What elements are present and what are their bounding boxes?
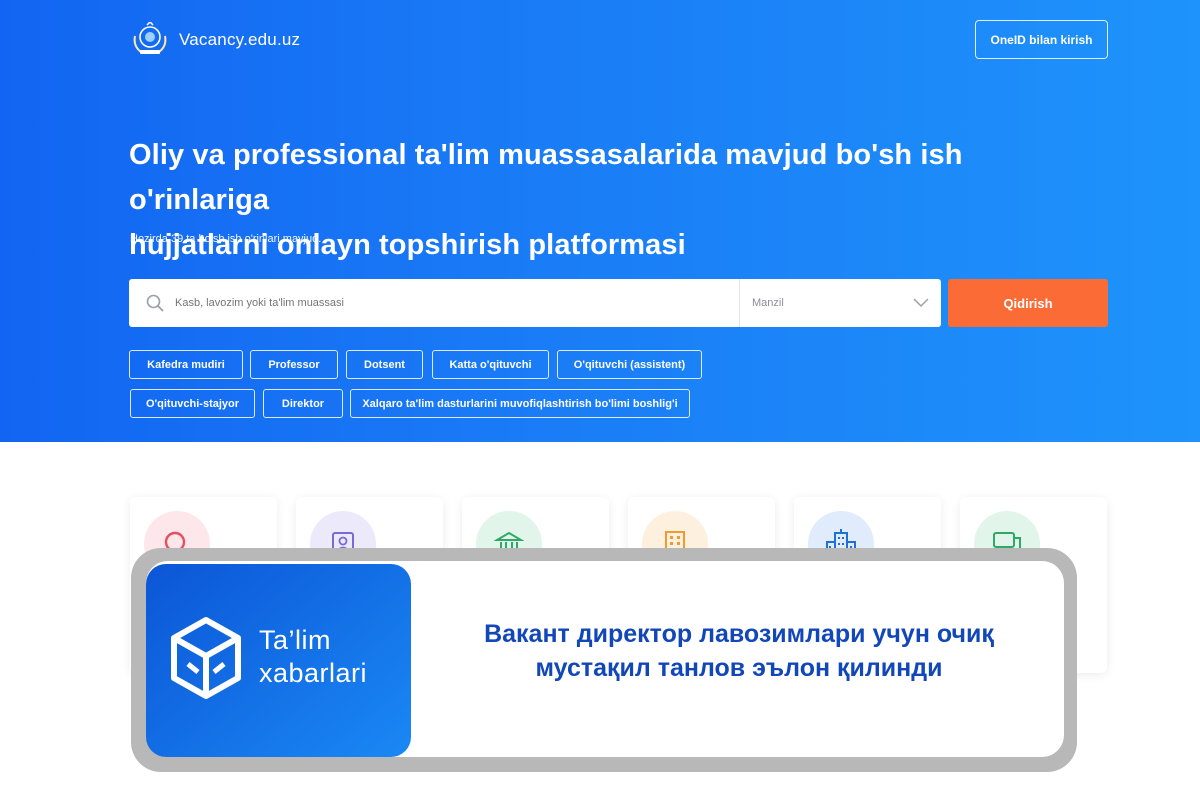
tag-oqituvchi-stajyor[interactable]: O'qituvchi-stajyor [130,389,255,418]
cube-logo-icon [171,617,241,699]
brand-line-1: Ta’lim [259,625,332,655]
site-logo[interactable]: Vacancy.edu.uz [131,22,300,58]
news-headline-line-2: мустақил танлов эълон қилинди [535,654,943,682]
hero-section: Vacancy.edu.uz OneID bilan kirish Oliy v… [0,0,1200,442]
chevron-down-icon [913,298,929,308]
emblem-icon [133,22,167,54]
vacancy-count-text: Hozirda 39 ta bo'sh ish o'rinlari mavjud… [130,233,322,245]
location-select[interactable]: Manzil [740,279,941,327]
search-button[interactable]: Qidirish [948,279,1108,327]
search-bar: Manzil [129,279,941,327]
tag-kafedra-mudiri[interactable]: Kafedra mudiri [129,350,243,379]
news-headline[interactable]: Вакант директор лавозимлари учун очиқ му… [415,617,1063,685]
tag-professor[interactable]: Professor [250,350,338,379]
brand-name: Ta’lim xabarlari [259,624,367,690]
tag-katta-oqituvchi[interactable]: Katta o'qituvchi [432,350,549,379]
tag-direktor[interactable]: Direktor [263,389,343,418]
brand-logo-box: Ta’lim xabarlari [146,564,411,757]
tag-xalqaro-talim[interactable]: Xalqaro ta'lim dasturlarini muvofiqlasht… [350,389,690,418]
search-input[interactable] [175,279,705,327]
page-title: Oliy va professional ta'lim muassasalari… [129,133,1109,268]
location-label: Manzil [752,297,784,309]
tag-oqituvchi-assistent[interactable]: O'qituvchi (assistent) [557,350,702,379]
search-icon [135,279,175,327]
brand-line-2: xabarlari [259,658,368,688]
title-line-2: hujjatlarni onlayn topshirish platformas… [129,229,686,261]
title-line-1: Oliy va professional ta'lim muassasalari… [129,139,963,216]
site-name: Vacancy.edu.uz [179,30,301,49]
oneid-login-button[interactable]: OneID bilan kirish [975,20,1108,59]
tag-dotsent[interactable]: Dotsent [346,350,423,379]
news-headline-line-1: Вакант директор лавозимлари учун очиқ [484,620,994,648]
